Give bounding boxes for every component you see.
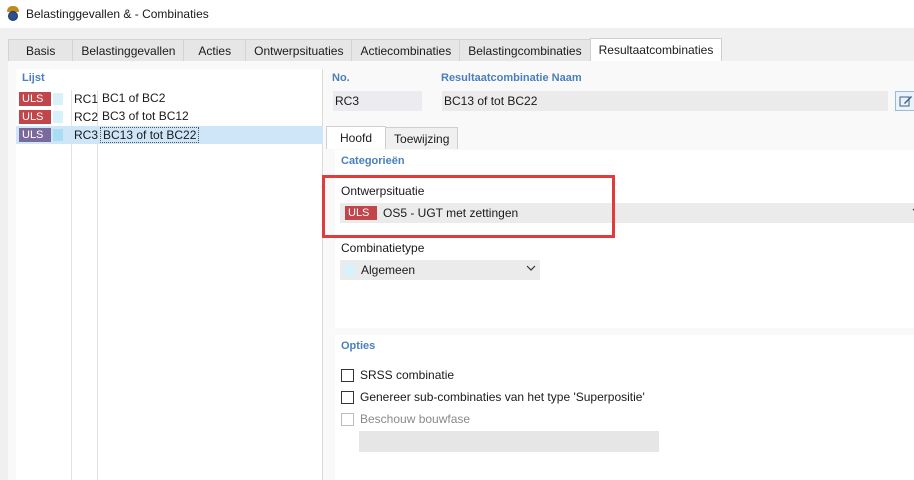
list-item[interactable]: ULS RC2 BC3 of tot BC12 — [16, 108, 323, 126]
inner-tabs: Hoofd Toewijzing — [326, 126, 459, 149]
combination-type-label: Combinatietype — [341, 241, 425, 255]
construction-stage-field — [359, 431, 659, 452]
list-item-name: BC1 of BC2 — [102, 91, 166, 105]
list-divider — [97, 90, 98, 480]
tab-acties[interactable]: Acties — [183, 39, 247, 61]
edit-name-button[interactable] — [895, 91, 914, 111]
list-item[interactable]: ULS RC1 BC1 of BC2 — [16, 90, 323, 108]
construction-stage-label: Beschouw bouwfase — [360, 412, 471, 426]
content-area: Lijst ULS RC1 BC1 of BC2 ULS RC2 BC3 of … — [8, 61, 914, 480]
list-item-id: RC3 — [74, 128, 99, 142]
combination-type-value: Algemeen — [361, 263, 416, 277]
color-swatch — [53, 93, 63, 105]
list-title: Lijst — [22, 72, 45, 84]
superposition-checkbox[interactable] — [341, 391, 354, 404]
name-label: Resultaatcombinatie Naam — [441, 72, 582, 84]
edit-name-icon — [899, 96, 912, 107]
superposition-label: Genereer sub-combinaties van het type 'S… — [360, 390, 645, 404]
tab-actiecombinaties[interactable]: Actiecombinaties — [351, 39, 461, 61]
construction-stage-checkbox — [341, 413, 354, 426]
options-title: Opties — [341, 340, 376, 352]
uls-badge: ULS — [19, 128, 51, 142]
list-item-id: RC1 — [74, 92, 99, 106]
no-label: No. — [332, 72, 350, 84]
tab-ontwerpsituaties[interactable]: Ontwerpsituaties — [245, 39, 353, 61]
options-section: Opties SRSS combinatie Genereer sub-comb… — [335, 335, 914, 480]
list-panel: Lijst ULS RC1 BC1 of BC2 ULS RC2 BC3 of … — [16, 69, 323, 480]
list-divider — [71, 90, 72, 480]
highlight-box — [322, 175, 615, 238]
uls-badge: ULS — [19, 110, 51, 124]
color-swatch — [344, 264, 355, 276]
color-swatch — [53, 111, 63, 123]
srss-label: SRSS combinatie — [360, 368, 455, 382]
tab-belastinggevallen[interactable]: Belastinggevallen — [72, 39, 185, 61]
combination-type-select[interactable]: Algemeen — [340, 260, 540, 280]
tab-toewijzing[interactable]: Toewijzing — [385, 127, 459, 149]
tab-basis[interactable]: Basis — [8, 39, 74, 61]
color-swatch — [53, 129, 63, 141]
list-item-id: RC2 — [74, 110, 99, 124]
list-item-selected[interactable]: ULS RC3 BC13 of tot BC22 — [16, 126, 323, 144]
list-item-name: BC13 of tot BC22 — [100, 127, 200, 143]
tab-belastingcombinaties[interactable]: Belastingcombinaties — [459, 39, 591, 61]
tab-hoofd[interactable]: Hoofd — [326, 126, 387, 149]
no-field[interactable]: RC3 — [333, 91, 422, 111]
title-bar: Belastinggevallen & - Combinaties — [0, 0, 914, 28]
categories-title: Categorieën — [341, 155, 405, 167]
window-title: Belastinggevallen & - Combinaties — [26, 7, 209, 21]
tab-resultaatcombinaties[interactable]: Resultaatcombinaties — [589, 38, 723, 61]
srss-checkbox[interactable] — [341, 369, 354, 382]
chevron-down-icon — [526, 265, 536, 271]
combination-name-field[interactable]: BC13 of tot BC22 — [442, 91, 888, 111]
list-item-name: BC3 of tot BC12 — [102, 109, 189, 123]
main-tabs: Basis Belastinggevallen Acties Ontwerpsi… — [0, 28, 914, 61]
uls-badge: ULS — [19, 92, 51, 106]
app-icon — [6, 6, 20, 22]
